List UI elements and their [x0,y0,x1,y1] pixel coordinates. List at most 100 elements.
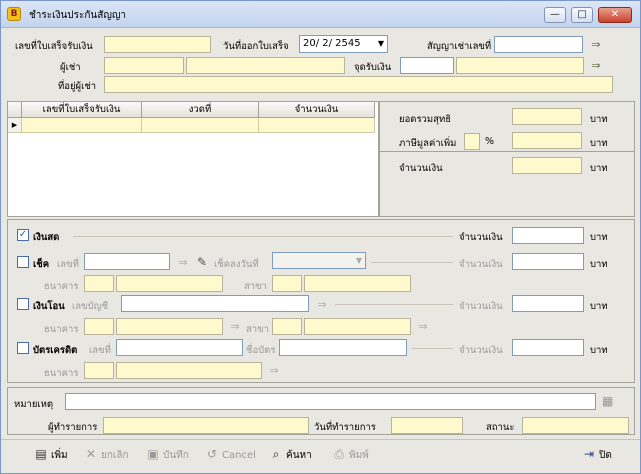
contract-lookup-icon[interactable]: ⇒ [588,38,604,52]
transfer-branch-code-input[interactable] [272,318,302,335]
cheque-bank-name-input[interactable] [116,275,223,292]
cheque-date-picker[interactable]: ▼ [272,252,366,269]
cancel-label: Cancel [222,450,256,461]
credit-card-name-input[interactable] [279,339,407,356]
toolbar-separator [1,439,640,440]
operator-value [103,417,309,434]
grid-cell-receipt-no[interactable] [22,118,142,133]
credit-card-bank-code-input[interactable] [84,362,114,379]
save-button[interactable]: ▣ บันทึก [145,445,189,463]
print-icon: ⎙ [334,447,344,461]
credit-card-amount-input[interactable] [512,339,584,356]
issue-date-value: 20/ 2/ 2545 [303,38,361,49]
transfer-label: เงินโอน [33,301,65,312]
grid-col-receipt-no[interactable]: เลขที่ใบเสร็จรับเงิน [22,102,142,118]
transfer-branch-name-input[interactable] [304,318,411,335]
close-window-button[interactable]: ✕ [598,7,632,23]
credit-card-bank-lookup-icon[interactable]: ⇒ [266,364,282,378]
transfer-account-input[interactable] [121,295,309,312]
tenant-name-input[interactable] [186,57,345,74]
cheque-checkbox[interactable] [17,256,29,268]
save-icon: ▣ [147,447,159,461]
transfer-bank-label: ธนาคาร [44,324,79,335]
transfer-currency: บาท [590,301,608,312]
print-button[interactable]: ⎙ พิมพ์ [331,445,369,463]
grid-col-amount[interactable]: จำนวนเงิน [259,102,375,118]
tenant-code-input[interactable] [104,57,184,74]
cash-label: เงินสด [33,232,60,243]
status-label: สถานะ [486,422,515,433]
issue-date-picker[interactable]: 20/ 2/ 2545 ▼ [299,35,388,53]
receipt-grid: เลขที่ใบเสร็จรับเงิน งวดที่ จำนวนเงิน ▶ [7,101,379,217]
address-input[interactable] [104,76,613,93]
issue-date-label: วันที่ออกใบเสร็จ [223,41,289,52]
transfer-amount-input[interactable] [512,295,584,312]
search-button[interactable]: ⌕ ค้นหา [268,445,312,463]
operator-label: ผู้ทำรายการ [48,422,98,433]
search-icon: ⌕ [272,447,280,461]
cheque-no-input[interactable] [84,253,170,270]
transfer-lookup-icon[interactable]: ⇒ [314,298,330,312]
maximize-button[interactable]: □ [571,7,593,23]
cancel-icon: ↺ [206,447,218,461]
app-icon: B [7,7,21,21]
amount-currency: บาท [590,163,608,174]
note-icon[interactable]: ▦ [602,394,613,408]
transfer-bank-lookup-icon[interactable]: ⇒ [227,320,243,334]
cheque-currency: บาท [590,259,608,270]
transfer-divider [335,304,453,305]
exit-icon: ⇥ [583,447,595,461]
cheque-bank-label: ธนาคาร [44,281,79,292]
transfer-bank-code-input[interactable] [84,318,114,335]
cheque-lookup-icon[interactable]: ⇒ [175,256,191,270]
contract-no-input[interactable] [494,36,583,53]
cheque-bank-code-input[interactable] [84,275,114,292]
grid-cell-installment[interactable] [142,118,259,133]
cancel-button[interactable]: ↺ Cancel [204,445,256,463]
cheque-branch-name-input[interactable] [304,275,411,292]
credit-card-no-input[interactable] [116,339,243,356]
vat-percent-sign: % [485,136,495,147]
amount-label: จำนวนเงิน [399,163,443,174]
pay-point-name-input[interactable] [456,57,584,74]
remark-input[interactable] [65,393,596,410]
save-label: บันทึก [163,450,189,461]
credit-card-checkbox[interactable] [17,342,29,354]
amount-value [512,157,582,174]
transfer-bank-name-input[interactable] [116,318,223,335]
cash-amount-input[interactable] [512,227,584,244]
chevron-down-icon[interactable]: ▼ [378,37,384,50]
vat-rate-input[interactable] [464,133,480,150]
cheque-label: เช็ค [33,259,50,270]
credit-card-bank-name-input[interactable] [116,362,262,379]
cancel-record-icon: ✕ [85,447,97,461]
vat-currency: บาท [590,138,608,149]
search-label: ค้นหา [286,450,312,461]
transfer-branch-lookup-icon[interactable]: ⇒ [415,320,431,334]
credit-card-currency: บาท [590,345,608,356]
chevron-down-icon[interactable]: ▼ [356,254,362,267]
grid-corner [8,102,22,118]
pay-point-code-input[interactable] [400,57,454,74]
minimize-button[interactable]: — [544,7,566,23]
transfer-checkbox[interactable] [17,298,29,310]
add-button[interactable]: ▤ เพิ่ม [33,445,67,463]
cheque-branch-code-input[interactable] [272,275,302,292]
pay-point-lookup-icon[interactable]: ⇒ [588,59,604,73]
grid-cell-amount[interactable] [259,118,375,133]
cheque-branch-label: สาขา [244,281,267,292]
cheque-no-label: เลขที่ [57,259,79,270]
cancel-record-button[interactable]: ✕ ยกเลิก [83,445,129,463]
window-title: ชำระเงินประกันสัญญา [29,10,127,21]
vat-value [512,132,582,149]
remark-label: หมายเหตุ [14,399,54,410]
close-button[interactable]: ⇥ ปิด [581,445,612,463]
cash-checkbox[interactable]: ✓ [17,229,29,241]
add-icon: ▤ [35,447,47,461]
receipt-no-input[interactable] [104,36,211,53]
payment-window: B ชำระเงินประกันสัญญา — □ ✕ เลขที่ใบเสร็… [0,0,641,474]
net-total-currency: บาท [590,114,608,125]
grid-col-installment[interactable]: งวดที่ [142,102,259,118]
cheque-amount-input[interactable] [512,253,584,270]
cheque-divider [371,262,453,263]
